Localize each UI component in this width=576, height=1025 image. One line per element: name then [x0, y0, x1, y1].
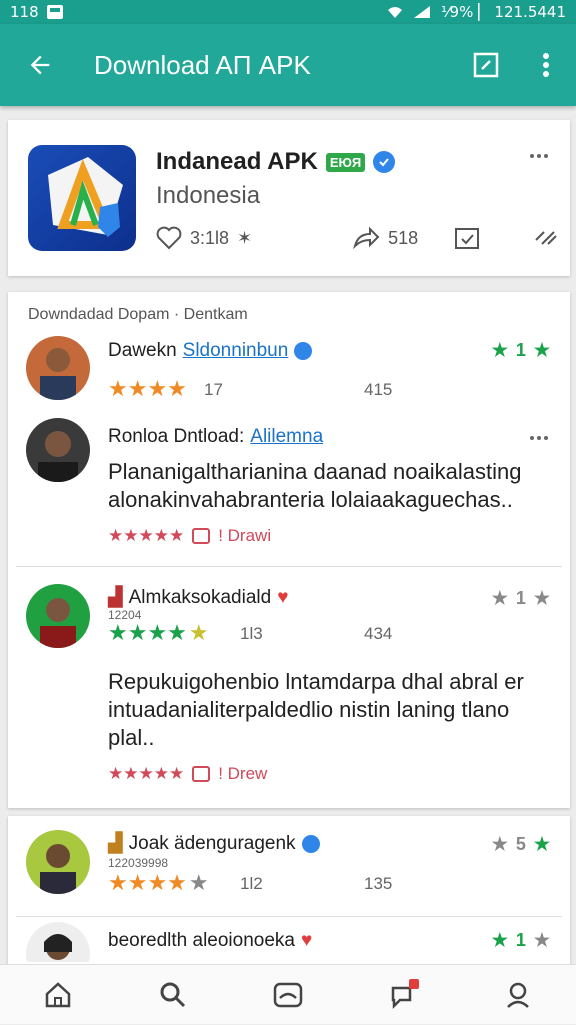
- reviews-card: Downdadad Dopam · Dentkam Dawekn Sldonni…: [8, 292, 570, 808]
- share-count: 518: [388, 227, 419, 248]
- reviewer-name: Ronloa Dntload:: [108, 426, 245, 447]
- avatar: [26, 336, 90, 400]
- reviews-header: Downdadad Dopam · Dentkam: [28, 306, 248, 323]
- like-button[interactable]: 3:1l8 ✶: [156, 226, 252, 250]
- app-actions: 3:1l8 ✶ 518: [156, 220, 560, 256]
- home-icon: [45, 981, 70, 1007]
- score-badge: ★ 1 ★: [491, 930, 550, 950]
- rating-count: 1l3: [240, 624, 263, 643]
- review-text: Repukuigohenbio lntamdarpa dhal abral er…: [108, 669, 524, 750]
- review-footer: ★★★★★ ! Drawi: [108, 526, 272, 545]
- avatar: [26, 922, 90, 962]
- score-badge: ★ 5 ★: [491, 834, 550, 854]
- list-item[interactable]: ▟ Almkaksokadiald ♥ 12204 ★★★★ ★ 1l3 434 …: [8, 584, 570, 794]
- link-button[interactable]: [532, 226, 560, 250]
- star-rating: ★★★★: [108, 376, 187, 401]
- nav-messages[interactable]: [373, 965, 433, 1025]
- list-item[interactable]: Dawekn Sldonninbun ★★★★ 17 415 ★ 1 ★: [8, 336, 570, 408]
- notification-badge: [409, 978, 420, 989]
- star-rating: ★★★★★: [108, 620, 209, 645]
- calendar-check-icon: [455, 228, 480, 249]
- reply-icon[interactable]: [192, 766, 211, 782]
- app-name: Indanead APK ЕЮЯ: [156, 148, 396, 176]
- star-rating: ★★★★★: [108, 764, 185, 783]
- nav-profile[interactable]: [488, 965, 548, 1025]
- score-badge: ★ 1 ★: [491, 588, 550, 608]
- helpful-count: 434: [364, 624, 393, 643]
- share-icon: [353, 226, 380, 250]
- more-vert-icon: [543, 53, 549, 77]
- app-info-card: Indanead APK ЕЮЯ Indonesia 3:1l8 ✶ 518: [8, 120, 570, 276]
- star-rating: ★★★★★: [108, 870, 209, 895]
- media-icon: [273, 982, 303, 1007]
- avatar: [26, 830, 90, 894]
- nav-media[interactable]: [258, 965, 318, 1025]
- review-footer: ★★★★★ ! Drew: [108, 764, 268, 783]
- avatar: [26, 584, 90, 648]
- status-bar: 118 ⅟9% ▏ 121.5441: [0, 0, 576, 24]
- notification-icon: [46, 5, 63, 19]
- app-logo-icon: [28, 145, 136, 251]
- list-item[interactable]: beoredlth aleoionoeka ♥ ★ 1 ★: [8, 922, 570, 962]
- review-text: Plananigaltharianina daanad noaikalastin…: [108, 459, 522, 512]
- sparkle-icon: ✶: [237, 227, 253, 248]
- reviewer-link[interactable]: Alilemna: [250, 426, 323, 448]
- like-count: 3:1l8: [190, 227, 230, 248]
- edit-icon: [473, 52, 499, 78]
- reply-icon[interactable]: [192, 528, 211, 544]
- search-icon: [160, 982, 185, 1007]
- reviewer-link[interactable]: Sldonninbun: [183, 340, 289, 362]
- verified-icon: [294, 342, 313, 360]
- nav-home[interactable]: [28, 965, 88, 1025]
- review-more-button[interactable]: [524, 428, 554, 448]
- avatar: [26, 418, 90, 482]
- rating-count: 1l2: [240, 874, 263, 893]
- list-item[interactable]: Ronloa Dntload: Alilemna Plananigalthari…: [8, 418, 570, 558]
- status-time: 118: [10, 3, 39, 21]
- heart-icon: [156, 226, 182, 250]
- save-button[interactable]: [454, 226, 480, 250]
- reviews-card-2: ▟ Joak ädenguragenk 122039998 ★★★★ ★ 1l2 …: [8, 816, 570, 966]
- app-bar: Download AΠ APK: [0, 24, 576, 106]
- reviewer-name: Almkaksokadiald: [128, 586, 272, 608]
- helpful-count: 135: [364, 874, 393, 893]
- status-right-text: ⅟9% ▏ 121.5441: [441, 3, 566, 21]
- verified-icon: [301, 834, 320, 853]
- profile-icon: [507, 982, 530, 1008]
- edit-button[interactable]: [456, 24, 516, 106]
- app-tag-badge: ЕЮЯ: [325, 152, 366, 172]
- verified-icon: [373, 151, 396, 173]
- list-item[interactable]: ▟ Joak ädenguragenk 122039998 ★★★★ ★ 1l2 …: [8, 830, 570, 902]
- reviewer-name: Joak ädenguragenk: [128, 832, 296, 854]
- back-button[interactable]: [0, 24, 80, 106]
- reviewer-name: beoredlth aleoionoeka: [108, 930, 295, 951]
- heart-icon: ♥: [277, 586, 289, 608]
- signal-icon: [414, 6, 431, 18]
- share-button[interactable]: 518: [352, 226, 418, 250]
- divider: [16, 566, 562, 567]
- heart-icon: ♥: [301, 930, 313, 951]
- reviewer-name: Dawekn: [108, 340, 177, 361]
- app-subtitle: Indonesia: [156, 182, 261, 209]
- overflow-menu-button[interactable]: [516, 24, 576, 106]
- star-rating: ★★★★★: [108, 526, 185, 545]
- flag-icon: ▟: [108, 833, 123, 854]
- nav-search[interactable]: [143, 965, 203, 1025]
- app-more-button[interactable]: [524, 146, 554, 166]
- helpful-count: 415: [364, 380, 393, 399]
- wifi-icon: [388, 7, 403, 18]
- score-badge: ★ 1 ★: [491, 340, 550, 360]
- page-title: Download AΠ APK: [94, 49, 311, 80]
- link-icon: [535, 231, 557, 245]
- arrow-left-icon: [30, 55, 50, 75]
- rating-count: 17: [204, 380, 223, 399]
- bottom-navigation: [0, 964, 576, 1024]
- flag-icon: ▟: [108, 587, 123, 608]
- review-meta: 122039998: [108, 856, 169, 870]
- divider: [16, 916, 562, 917]
